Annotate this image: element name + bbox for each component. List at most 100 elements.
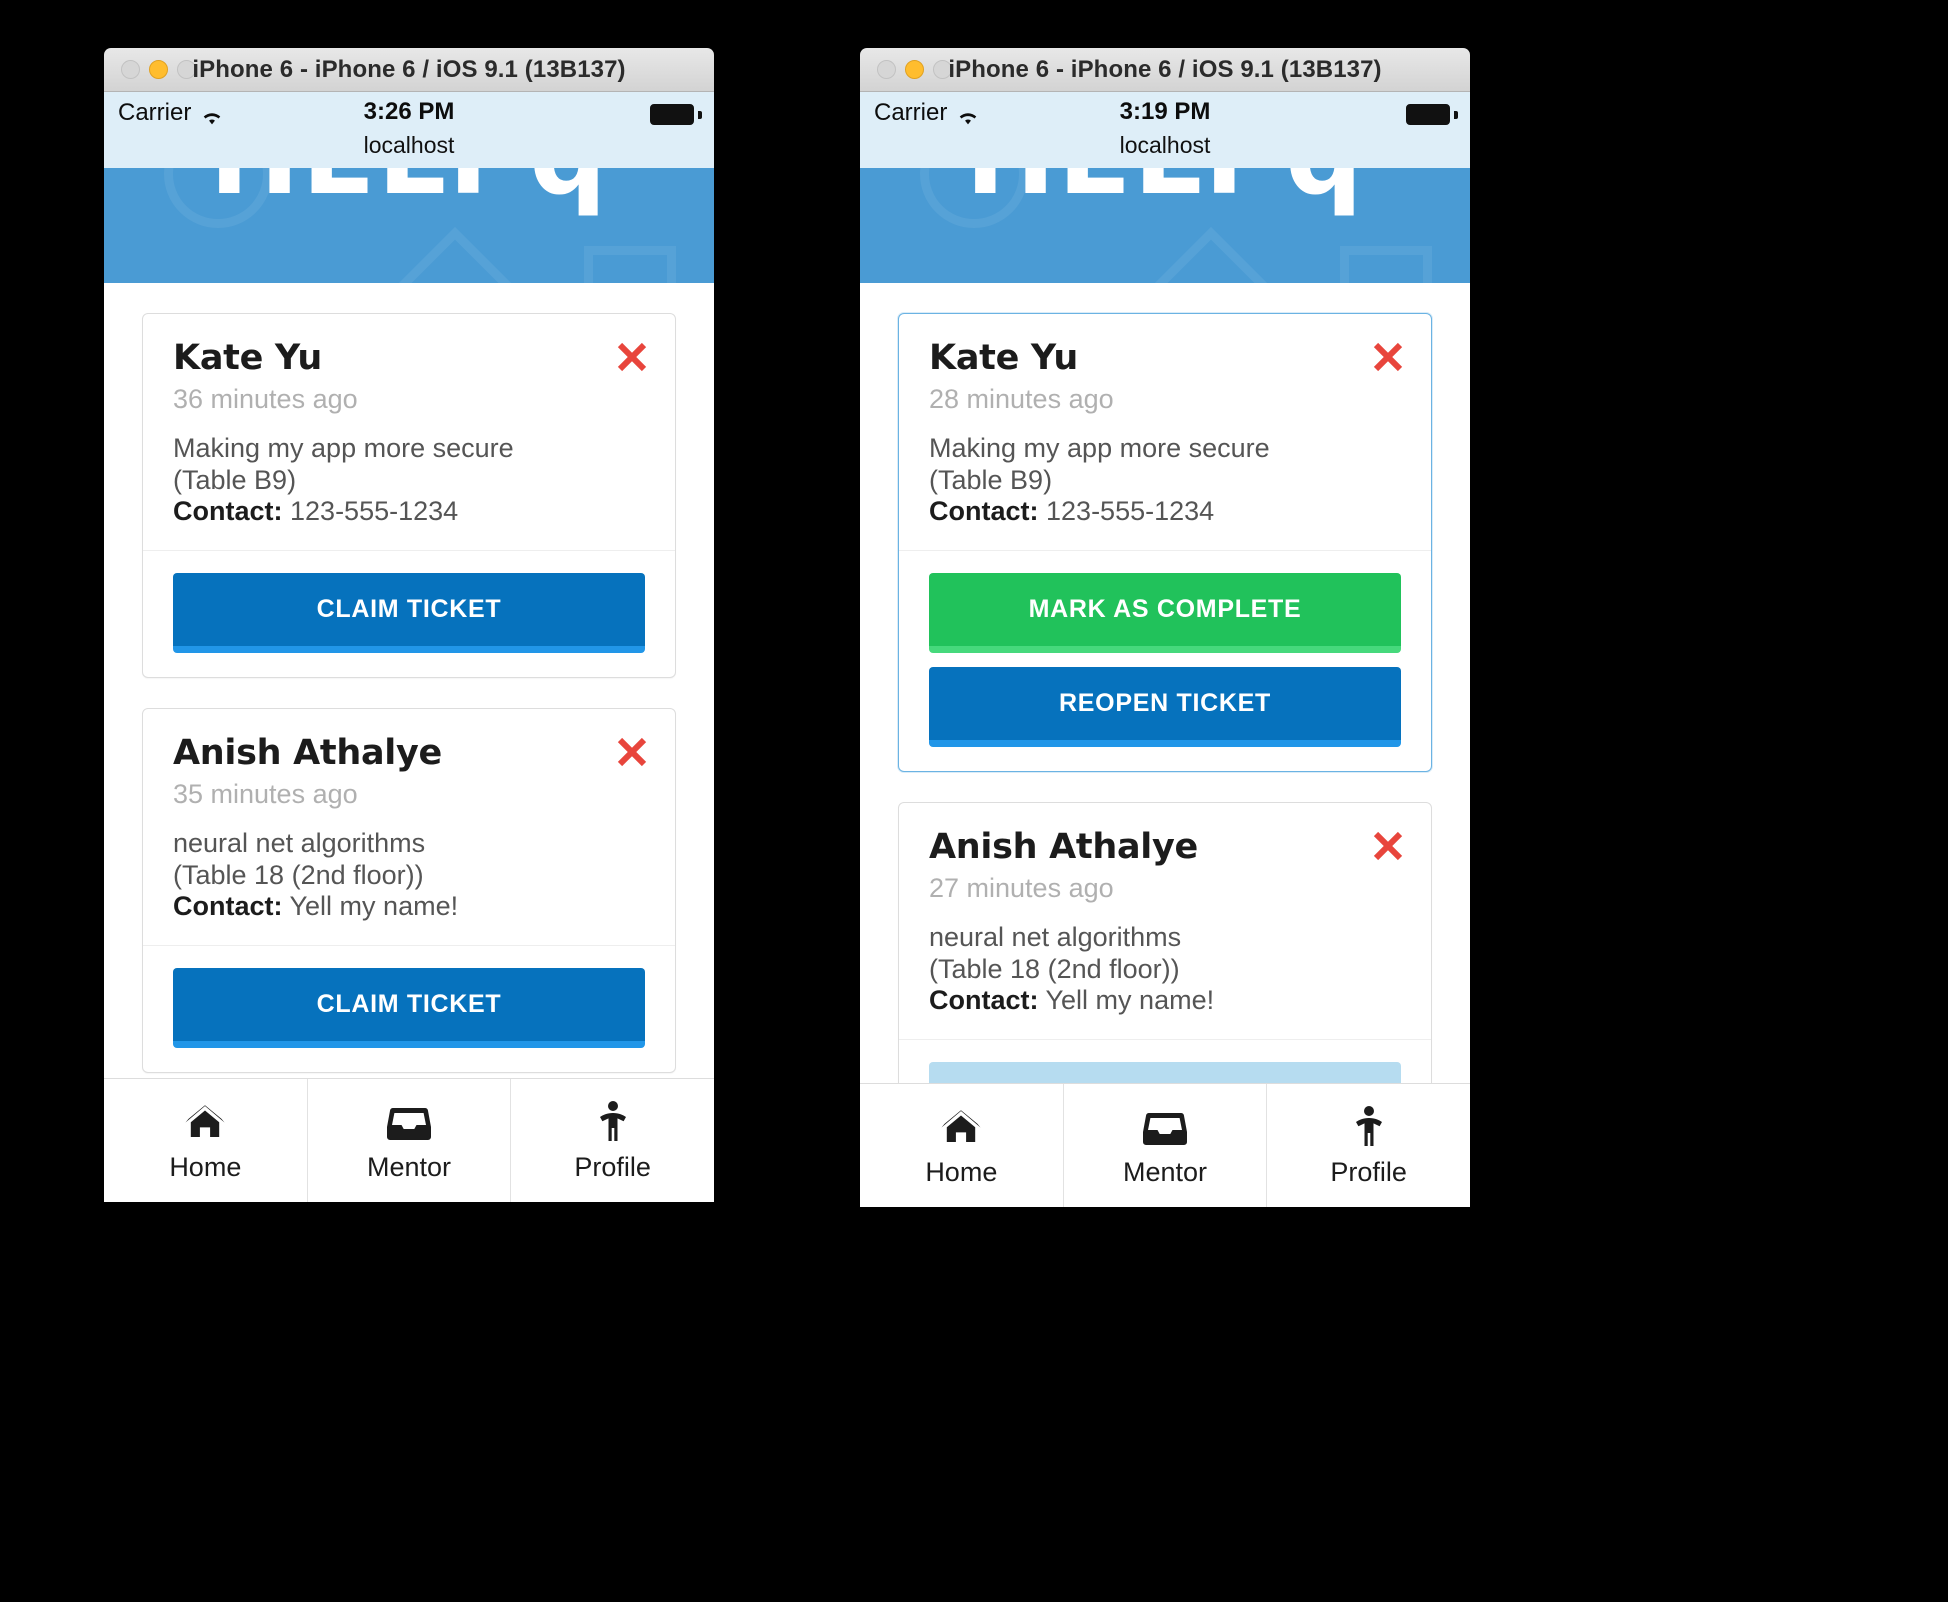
close-window-button[interactable] xyxy=(121,60,140,79)
ticket-contact-value: 123-555-1234 xyxy=(1046,496,1215,527)
zoom-window-button[interactable] xyxy=(933,60,952,79)
ios-status-bar: Carrier 3:19 PM localhost xyxy=(860,92,1470,168)
tab-home[interactable]: Home xyxy=(860,1084,1063,1207)
ticket-description-line2: (Table B9) xyxy=(173,464,297,495)
ticket-card-actions: MARK AS COMPLETE REOPEN TICKET xyxy=(899,549,1431,771)
close-window-button[interactable] xyxy=(877,60,896,79)
bottom-tab-bar[interactable]: Home Mentor Profile xyxy=(104,1078,714,1202)
tab-label: Home xyxy=(925,1156,998,1187)
ticket-description: Making my app more secure (Table B9) xyxy=(173,433,645,496)
ticket-contact: Contact: 123-555-1234 xyxy=(173,496,645,528)
reopen-ticket-button[interactable]: REOPEN TICKET xyxy=(929,666,1401,747)
status-clock: 3:26 PM xyxy=(363,98,455,125)
simulator-window-right: iPhone 6 - iPhone 6 / iOS 9.1 (13B137) Ca… xyxy=(860,48,1470,1207)
ticket-card-actions: CLAIM TICKET xyxy=(143,944,675,1072)
minimize-window-button[interactable] xyxy=(149,60,168,79)
mark-as-complete-button[interactable]: MARK AS COMPLETE xyxy=(929,572,1401,653)
ios-status-bar: Carrier 3:26 PM localhost xyxy=(104,92,714,168)
status-clock: 3:19 PM xyxy=(1119,98,1211,125)
ticket-card[interactable]: Kate Yu 28 minutes ago Making my app more … xyxy=(898,313,1432,772)
ticket-card-actions: CLAIM TICKET xyxy=(143,549,675,677)
claim-ticket-button: CLAIM TICKET xyxy=(929,1061,1401,1083)
tab-label: Mentor xyxy=(366,1151,452,1182)
app-header: HELPq xyxy=(104,168,714,283)
window-controls[interactable] xyxy=(104,60,196,79)
screenshot-root: iPhone 6 - iPhone 6 / iOS 9.1 (13B137) Ca… xyxy=(0,0,1948,1602)
tab-profile[interactable]: Profile xyxy=(1266,1084,1470,1207)
app-logo: HELPq xyxy=(104,168,714,219)
ticket-contact-label: Contact: xyxy=(173,891,283,922)
inbox-icon xyxy=(387,1099,431,1141)
ticket-contact-label: Contact: xyxy=(173,496,283,527)
close-ticket-icon[interactable] xyxy=(1371,829,1405,863)
ticket-requester-name: Anish Athalye xyxy=(929,826,1198,867)
claim-ticket-button[interactable]: CLAIM TICKET xyxy=(173,572,645,653)
person-icon xyxy=(598,1099,628,1141)
inbox-icon xyxy=(1143,1104,1187,1146)
ticket-contact: Contact: Yell my name! xyxy=(173,891,645,923)
bottom-tab-bar[interactable]: Home Mentor Profile xyxy=(860,1083,1470,1207)
ticket-contact-value: Yell my name! xyxy=(1045,985,1215,1016)
ticket-description-line1: neural net algorithms xyxy=(929,922,1182,953)
ticket-contact-value: 123-555-1234 xyxy=(290,496,459,527)
minimize-window-button[interactable] xyxy=(905,60,924,79)
battery-icon xyxy=(650,104,702,127)
window-titlebar: iPhone 6 - iPhone 6 / iOS 9.1 (13B137) xyxy=(104,48,714,92)
ticket-requester-name: Kate Yu xyxy=(173,338,323,378)
ticket-timestamp: 35 minutes ago xyxy=(173,779,358,810)
ticket-card-body: Kate Yu 36 minutes ago Making my app more … xyxy=(143,314,675,550)
ticket-description: Making my app more secure (Table B9) xyxy=(929,433,1401,496)
tab-label: Profile xyxy=(1330,1156,1407,1187)
ticket-list[interactable]: Kate Yu 36 minutes ago Making my app more … xyxy=(104,283,714,1078)
ticket-contact-label: Contact: xyxy=(929,985,1039,1016)
window-controls[interactable] xyxy=(860,60,952,79)
tab-profile[interactable]: Profile xyxy=(510,1079,714,1202)
ticket-description: neural net algorithms (Table 18 (2nd floo… xyxy=(173,828,645,891)
ticket-list[interactable]: Kate Yu 28 minutes ago Making my app more … xyxy=(860,283,1470,1083)
ticket-description-line2: (Table B9) xyxy=(929,464,1053,495)
app-logo: HELPq xyxy=(860,168,1470,219)
browser-host-label: localhost xyxy=(1119,132,1211,158)
close-ticket-icon[interactable] xyxy=(615,340,649,374)
ticket-requester-name: Kate Yu xyxy=(929,338,1079,378)
ticket-card[interactable]: Anish Athalye 27 minutes ago neural net al… xyxy=(898,801,1432,1083)
ticket-description-line1: Making my app more secure xyxy=(173,433,514,464)
tab-home[interactable]: Home xyxy=(104,1079,307,1202)
simulator-window-left: iPhone 6 - iPhone 6 / iOS 9.1 (13B137) Ca… xyxy=(104,48,714,1202)
window-titlebar: iPhone 6 - iPhone 6 / iOS 9.1 (13B137) xyxy=(860,48,1470,92)
zoom-window-button[interactable] xyxy=(177,60,196,79)
ticket-description-line2: (Table 18 (2nd floor)) xyxy=(929,953,1180,984)
tab-label: Profile xyxy=(574,1151,651,1182)
ticket-description-line2: (Table 18 (2nd floor)) xyxy=(173,859,424,890)
tab-label: Home xyxy=(169,1151,242,1182)
battery-icon xyxy=(1406,104,1458,127)
ticket-card-body: Kate Yu 28 minutes ago Making my app more … xyxy=(899,314,1431,550)
ticket-contact-value: Yell my name! xyxy=(289,891,459,922)
tab-label: Mentor xyxy=(1122,1156,1208,1187)
close-ticket-icon[interactable] xyxy=(615,735,649,769)
ticket-card[interactable]: Kate Yu 36 minutes ago Making my app more … xyxy=(142,313,676,678)
app-viewport: HELPq Kate Yu 28 minutes ago Making my app … xyxy=(860,168,1470,1207)
tab-mentor[interactable]: Mentor xyxy=(1062,1084,1267,1207)
ticket-requester-name: Anish Athalye xyxy=(173,732,442,773)
claim-ticket-button[interactable]: CLAIM TICKET xyxy=(173,967,645,1048)
app-viewport: HELPq Kate Yu 36 minutes ago Making my app … xyxy=(104,168,714,1202)
ticket-card-actions: CLAIM TICKET xyxy=(899,1038,1431,1083)
ticket-timestamp: 28 minutes ago xyxy=(929,384,1114,415)
ticket-description-line1: neural net algorithms xyxy=(173,828,426,859)
close-ticket-icon[interactable] xyxy=(1371,340,1405,374)
person-icon xyxy=(1354,1104,1384,1146)
ticket-card-body: Anish Athalye 27 minutes ago neural net al… xyxy=(899,803,1431,1039)
ticket-card[interactable]: Anish Athalye 35 minutes ago neural net al… xyxy=(142,707,676,1073)
browser-host-label: localhost xyxy=(363,132,455,158)
ticket-description-line1: Making my app more secure xyxy=(929,433,1270,464)
ticket-contact: Contact: Yell my name! xyxy=(929,985,1401,1017)
ticket-contact: Contact: 123-555-1234 xyxy=(929,496,1401,528)
home-icon xyxy=(184,1099,226,1141)
ticket-contact-label: Contact: xyxy=(929,496,1039,527)
ticket-card-body: Anish Athalye 35 minutes ago neural net al… xyxy=(143,709,675,945)
app-header: HELPq xyxy=(860,168,1470,283)
ticket-timestamp: 27 minutes ago xyxy=(929,873,1114,904)
home-icon xyxy=(940,1104,982,1146)
tab-mentor[interactable]: Mentor xyxy=(306,1079,511,1202)
